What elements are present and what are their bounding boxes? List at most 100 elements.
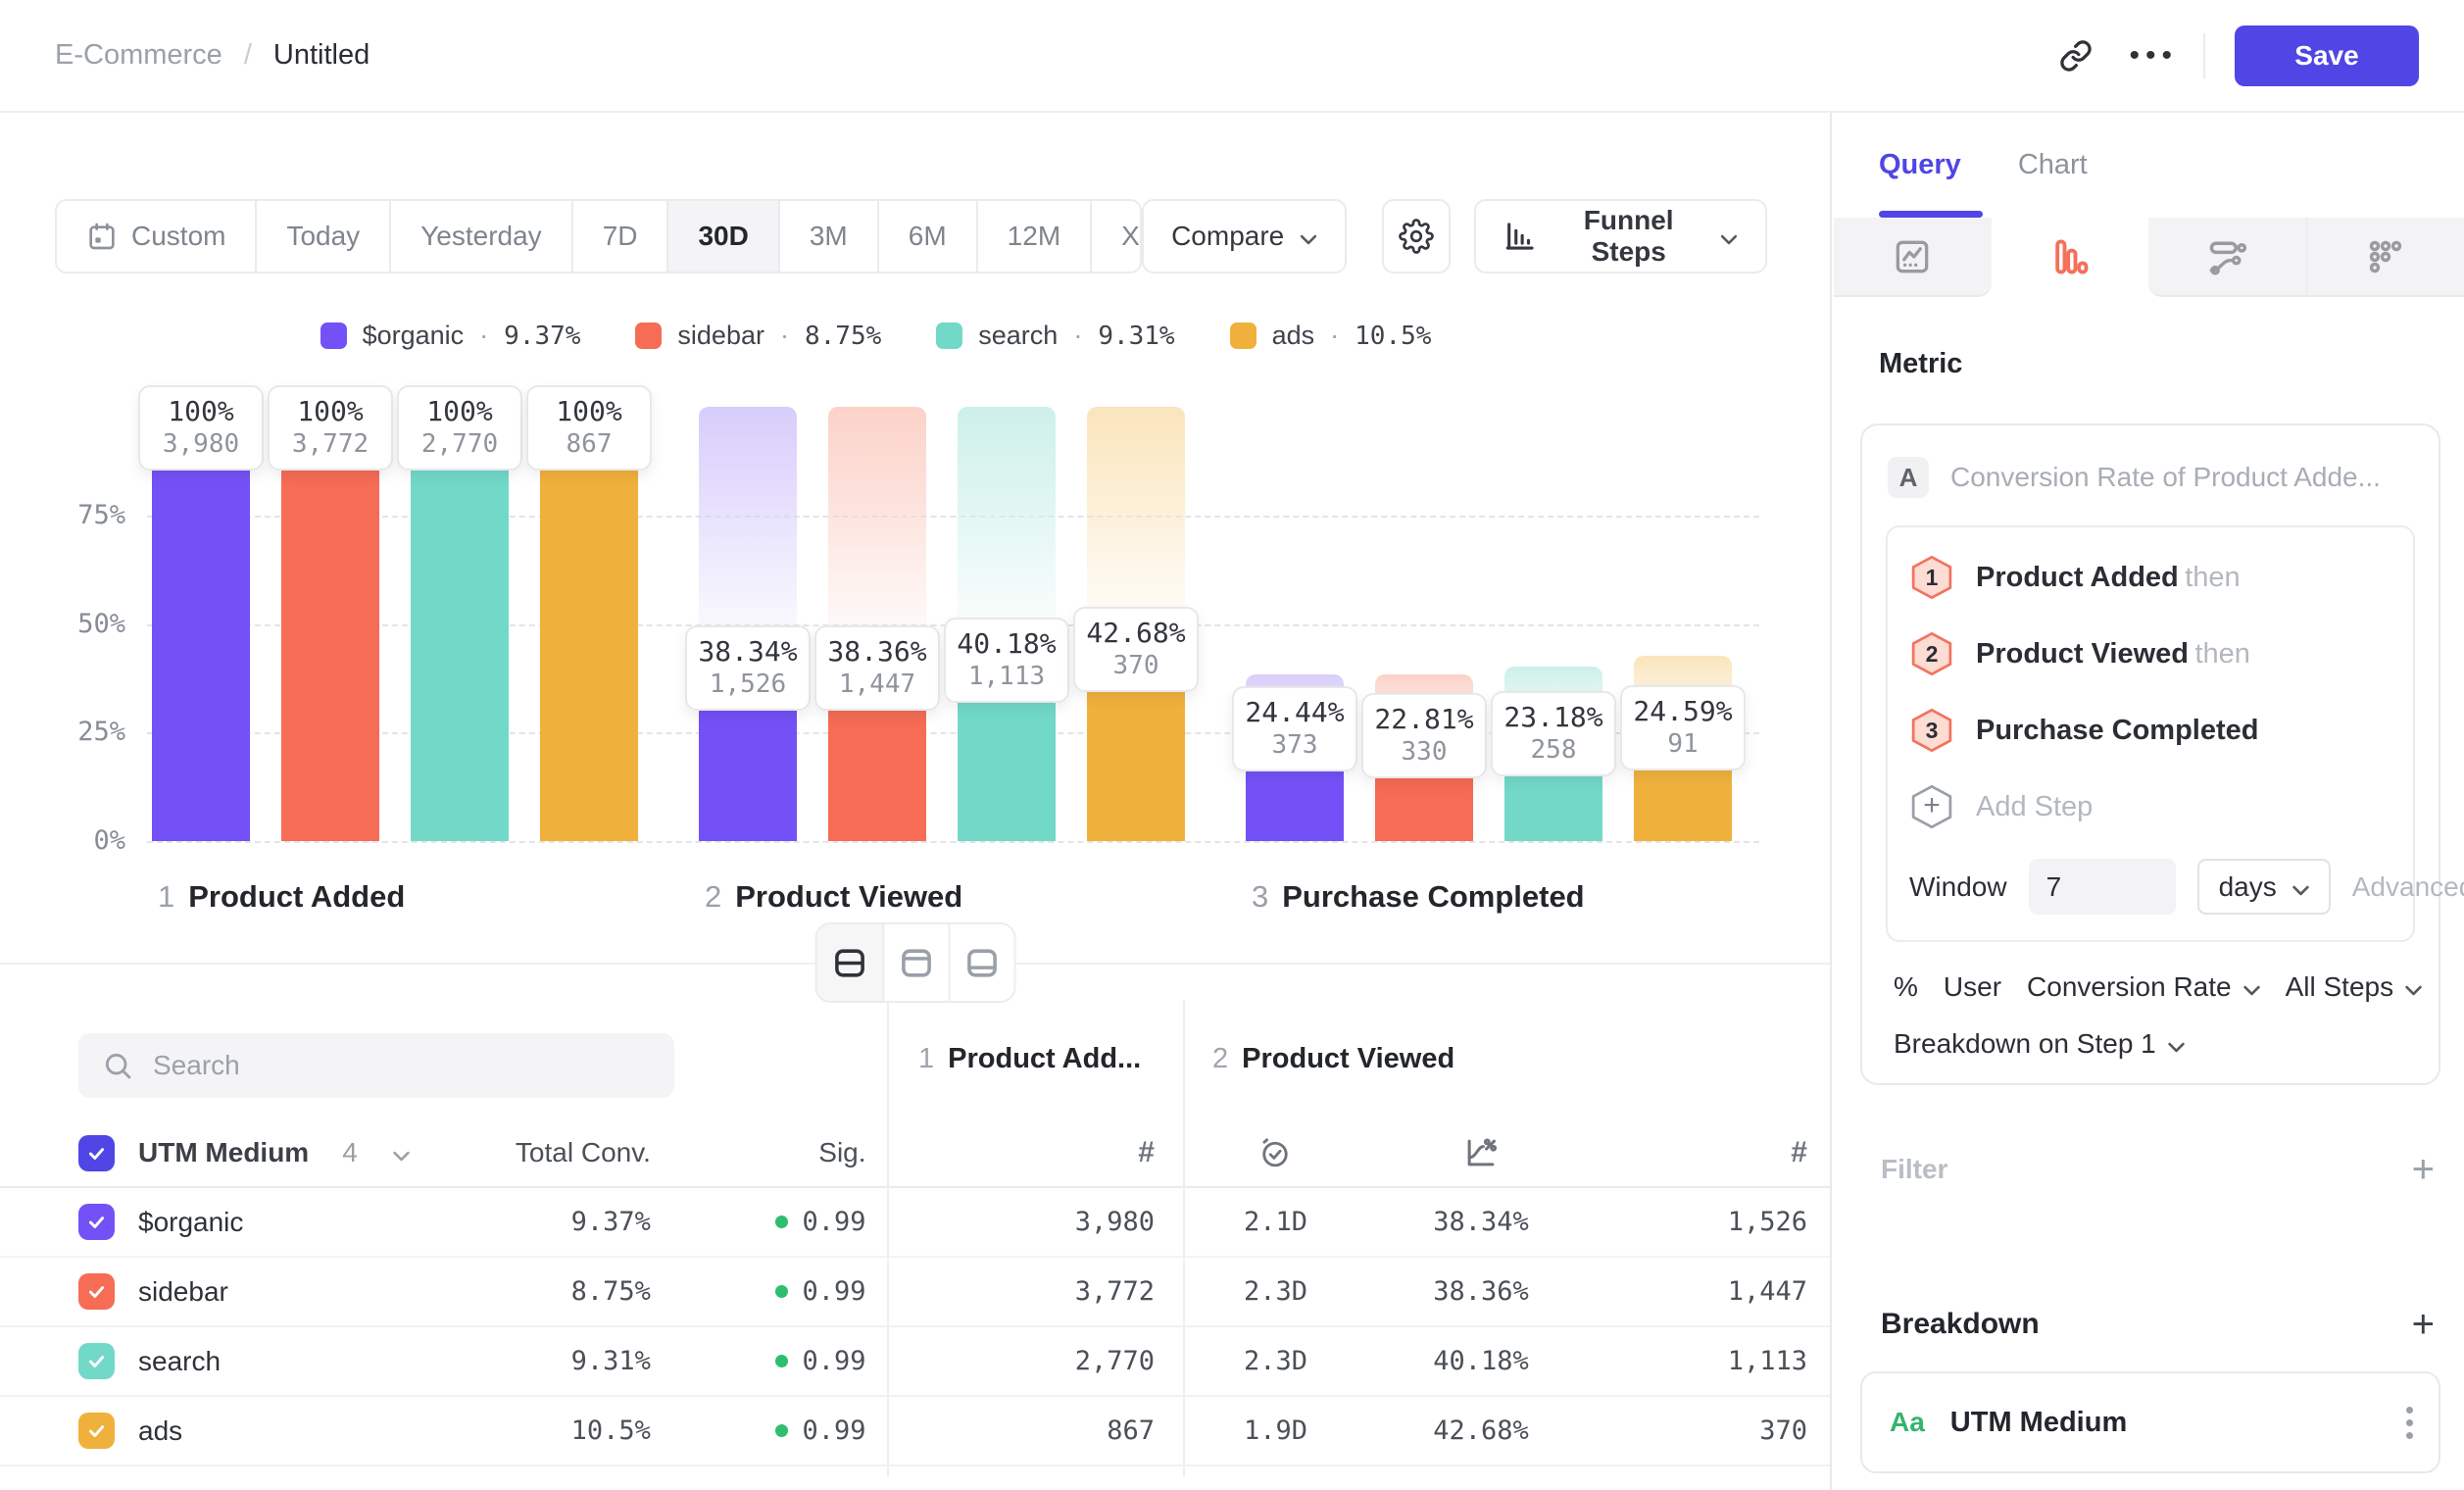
chart-type-tab-trend[interactable] bbox=[1834, 218, 1992, 297]
table-row-search[interactable]: search9.31%0.992,7702.3D40.18%1,113 bbox=[0, 1327, 1830, 1397]
add-breakdown-button[interactable]: + bbox=[2412, 1305, 2435, 1344]
breakdown-section-header: Breakdown + bbox=[1881, 1305, 2435, 1344]
bar-value-label: 24.44%373 bbox=[1232, 686, 1357, 771]
chart-type-tab-retention[interactable] bbox=[2307, 218, 2464, 297]
entity-label[interactable]: User bbox=[1944, 971, 2001, 1003]
table-search[interactable] bbox=[78, 1033, 674, 1098]
bar-value-label: 100%3,980 bbox=[138, 385, 264, 471]
breakdown-table: 1 Product Add... 2 Product Viewed UTM Me… bbox=[0, 1000, 1830, 1490]
sig-header[interactable]: Sig. bbox=[651, 1137, 866, 1168]
chart-settings-button[interactable] bbox=[1382, 199, 1451, 273]
chevron-down-icon bbox=[2243, 971, 2260, 1003]
chevron-down-icon bbox=[2405, 971, 2422, 1003]
bar-value-label: 22.81%330 bbox=[1361, 693, 1487, 778]
count-column-icon[interactable]: # bbox=[1138, 1136, 1155, 1168]
row-total-conv: 10.5% bbox=[469, 1416, 651, 1446]
measurement-row: % User Conversion Rate All Steps bbox=[1894, 971, 2415, 1003]
group-by-label[interactable]: UTM Medium bbox=[138, 1137, 309, 1168]
retention-chart-icon bbox=[2364, 235, 2407, 278]
step-number-hexagon-icon: 2 bbox=[1909, 631, 1954, 676]
step-number-hexagon-icon: 3 bbox=[1909, 708, 1954, 753]
row-viewed-time: 1.9D bbox=[1181, 1416, 1370, 1446]
chart-only-view-button[interactable] bbox=[882, 924, 948, 1001]
breakdown-on-step-select[interactable]: Breakdown on Step 1 bbox=[1894, 1028, 2415, 1060]
date-range-6m[interactable]: 6M bbox=[877, 201, 976, 272]
chevron-down-icon[interactable] bbox=[393, 1137, 410, 1168]
range-label: 12M bbox=[1008, 221, 1060, 252]
funnel-bar-search-step1[interactable] bbox=[411, 407, 509, 841]
kebab-menu-icon[interactable] bbox=[2406, 1407, 2413, 1439]
panel-tab-chart[interactable]: Chart bbox=[2018, 149, 2088, 181]
window-unit-label: days bbox=[2219, 871, 2277, 903]
date-range-12m[interactable]: 12M bbox=[976, 201, 1090, 272]
funnel-bar-organic-step1[interactable] bbox=[152, 407, 250, 841]
legend-item-sidebar[interactable]: sidebar·8.75% bbox=[635, 321, 881, 351]
table-row-organic[interactable]: $organic9.37%0.993,9802.1D38.34%1,526 bbox=[0, 1188, 1830, 1258]
breakdown-item[interactable]: Aa UTM Medium bbox=[1860, 1371, 2440, 1473]
range-label: 3M bbox=[810, 221, 848, 252]
metric-series-row[interactable]: A Conversion Rate of Product Adde... bbox=[1886, 451, 2415, 498]
table-row-ads[interactable]: ads10.5%0.998671.9D42.68%370 bbox=[0, 1397, 1830, 1466]
date-range-custom[interactable]: Custom bbox=[57, 201, 255, 272]
funnel-bar-ads-step1[interactable] bbox=[540, 407, 638, 841]
more-menu-button[interactable]: ••• bbox=[2129, 39, 2178, 73]
split-view-button[interactable] bbox=[816, 924, 882, 1001]
legend-value: 10.5% bbox=[1355, 322, 1431, 351]
window-value-input[interactable] bbox=[2029, 859, 2176, 915]
select-all-checkbox[interactable] bbox=[78, 1135, 115, 1171]
row-checkbox[interactable] bbox=[78, 1204, 115, 1240]
date-range-xtd[interactable]: XTD bbox=[1090, 201, 1142, 272]
legend-item-search[interactable]: search·9.31% bbox=[936, 321, 1174, 351]
legend-item-organic[interactable]: $organic·9.37% bbox=[320, 321, 581, 351]
avg-time-column-icon[interactable] bbox=[1181, 1135, 1370, 1170]
conversion-column-icon[interactable] bbox=[1370, 1134, 1592, 1171]
panel-tab-query[interactable]: Query bbox=[1879, 149, 1961, 181]
search-input[interactable] bbox=[153, 1050, 651, 1081]
funnel-report-app: E-Commerce / Untitled ••• Save CustomTod… bbox=[0, 0, 2464, 1490]
topbar-actions: ••• Save bbox=[2045, 25, 2419, 87]
table-only-view-button[interactable] bbox=[948, 924, 1013, 1001]
save-button[interactable]: Save bbox=[2235, 25, 2419, 86]
breadcrumb-parent[interactable]: E-Commerce bbox=[55, 39, 222, 72]
count-column-icon[interactable]: # bbox=[1791, 1136, 1807, 1169]
table-row-sidebar[interactable]: sidebar8.75%0.993,7722.3D38.36%1,447 bbox=[0, 1258, 1830, 1327]
add-step-button[interactable]: + Add Step bbox=[1888, 767, 2413, 843]
y-axis-tick: 50% bbox=[27, 609, 125, 639]
metric-type-select[interactable]: Conversion Rate bbox=[2027, 971, 2260, 1003]
metric-step-1[interactable]: 1Product Added then bbox=[1888, 537, 2413, 614]
date-range-3m[interactable]: 3M bbox=[778, 201, 877, 272]
row-viewed-count: 1,113 bbox=[1592, 1346, 1830, 1376]
row-checkbox[interactable] bbox=[78, 1343, 115, 1379]
chart-type-tab-flow[interactable] bbox=[2148, 218, 2307, 297]
metric-card: A Conversion Rate of Product Adde... 1Pr… bbox=[1860, 423, 2440, 1085]
window-unit-select[interactable]: days bbox=[2197, 859, 2331, 915]
date-range-yesterday[interactable]: Yesterday bbox=[389, 201, 571, 272]
split-view-icon bbox=[831, 945, 867, 981]
copy-link-button[interactable] bbox=[2045, 25, 2107, 87]
date-range-today[interactable]: Today bbox=[255, 201, 389, 272]
legend-item-ads[interactable]: ads·10.5% bbox=[1230, 321, 1432, 351]
date-range-30d[interactable]: 30D bbox=[666, 201, 777, 272]
funnel-step-label-2: 2Product Viewed bbox=[705, 879, 962, 915]
sig-dot bbox=[775, 1285, 788, 1298]
metric-step-2[interactable]: 2Product Viewed then bbox=[1888, 614, 2413, 690]
step-title: Product Viewed bbox=[1242, 1043, 1454, 1075]
add-filter-button[interactable]: + bbox=[2412, 1150, 2435, 1189]
row-sig: 0.99 bbox=[651, 1276, 866, 1307]
chart-type-tab-funnel[interactable] bbox=[1992, 218, 2149, 297]
date-range-7d[interactable]: 7D bbox=[571, 201, 667, 272]
legend-value: 9.31% bbox=[1098, 322, 1174, 351]
row-checkbox[interactable] bbox=[78, 1413, 115, 1449]
step-title: Product Add... bbox=[948, 1043, 1141, 1075]
compare-button[interactable]: Compare bbox=[1142, 199, 1347, 273]
chart-view-select[interactable]: Funnel Steps bbox=[1474, 199, 1767, 273]
total-conv-header[interactable]: Total Conv. bbox=[469, 1137, 651, 1168]
row-name: sidebar bbox=[138, 1276, 228, 1308]
metric-step-3[interactable]: 3Purchase Completed bbox=[1888, 690, 2413, 767]
steps-scope-select[interactable]: All Steps bbox=[2286, 971, 2423, 1003]
advanced-toggle[interactable]: Advanced bbox=[2352, 871, 2464, 903]
funnel-bar-sidebar-step1[interactable] bbox=[281, 407, 379, 841]
row-viewed-count: 1,526 bbox=[1592, 1207, 1830, 1237]
row-checkbox[interactable] bbox=[78, 1273, 115, 1310]
breadcrumb-current[interactable]: Untitled bbox=[273, 39, 370, 72]
